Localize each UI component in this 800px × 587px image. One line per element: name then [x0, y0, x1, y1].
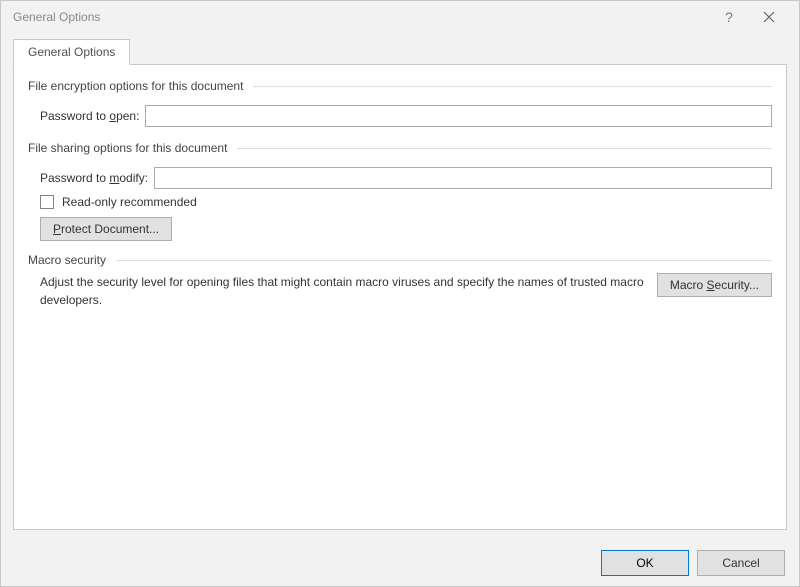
password-modify-label: Password to modify:: [40, 171, 148, 185]
password-open-label: Password to open:: [40, 109, 139, 123]
tab-pane: File encryption options for this documen…: [13, 65, 787, 530]
password-open-input[interactable]: [145, 105, 772, 127]
help-button[interactable]: ?: [711, 2, 747, 32]
cancel-button[interactable]: Cancel: [697, 550, 785, 576]
section-encryption-title-text: File encryption options for this documen…: [28, 79, 243, 93]
section-sharing-body: Password to modify: Read-only recommende…: [28, 159, 772, 253]
section-macro-title: Macro security: [28, 253, 772, 267]
readonly-label: Read-only recommended: [62, 195, 197, 209]
password-modify-row: Password to modify:: [40, 167, 772, 189]
titlebar: General Options ?: [1, 1, 799, 33]
protect-row: Protect Document...: [40, 217, 772, 241]
section-macro-title-text: Macro security: [28, 253, 106, 267]
dialog-window: General Options ? General Options File e…: [0, 0, 800, 587]
window-title: General Options: [13, 10, 711, 24]
close-icon: [763, 11, 775, 23]
readonly-row: Read-only recommended: [40, 195, 772, 209]
macro-row: Adjust the security level for opening fi…: [28, 273, 772, 309]
macro-security-button[interactable]: Macro Security...: [657, 273, 772, 297]
tab-general-options[interactable]: General Options: [13, 39, 130, 65]
password-open-row: Password to open:: [40, 105, 772, 127]
readonly-checkbox[interactable]: [40, 195, 54, 209]
section-encryption-body: Password to open:: [28, 97, 772, 141]
password-modify-input[interactable]: [154, 167, 772, 189]
macro-desc: Adjust the security level for opening fi…: [40, 273, 649, 309]
bottom-bar: OK Cancel: [1, 540, 799, 586]
section-encryption-title: File encryption options for this documen…: [28, 79, 772, 93]
section-sharing-title-text: File sharing options for this document: [28, 141, 227, 155]
ok-button[interactable]: OK: [601, 550, 689, 576]
client-area: General Options File encryption options …: [1, 33, 799, 540]
tabbar: General Options: [13, 39, 787, 65]
close-button[interactable]: [747, 2, 791, 32]
section-sharing-title: File sharing options for this document: [28, 141, 772, 155]
protect-document-button[interactable]: Protect Document...: [40, 217, 172, 241]
